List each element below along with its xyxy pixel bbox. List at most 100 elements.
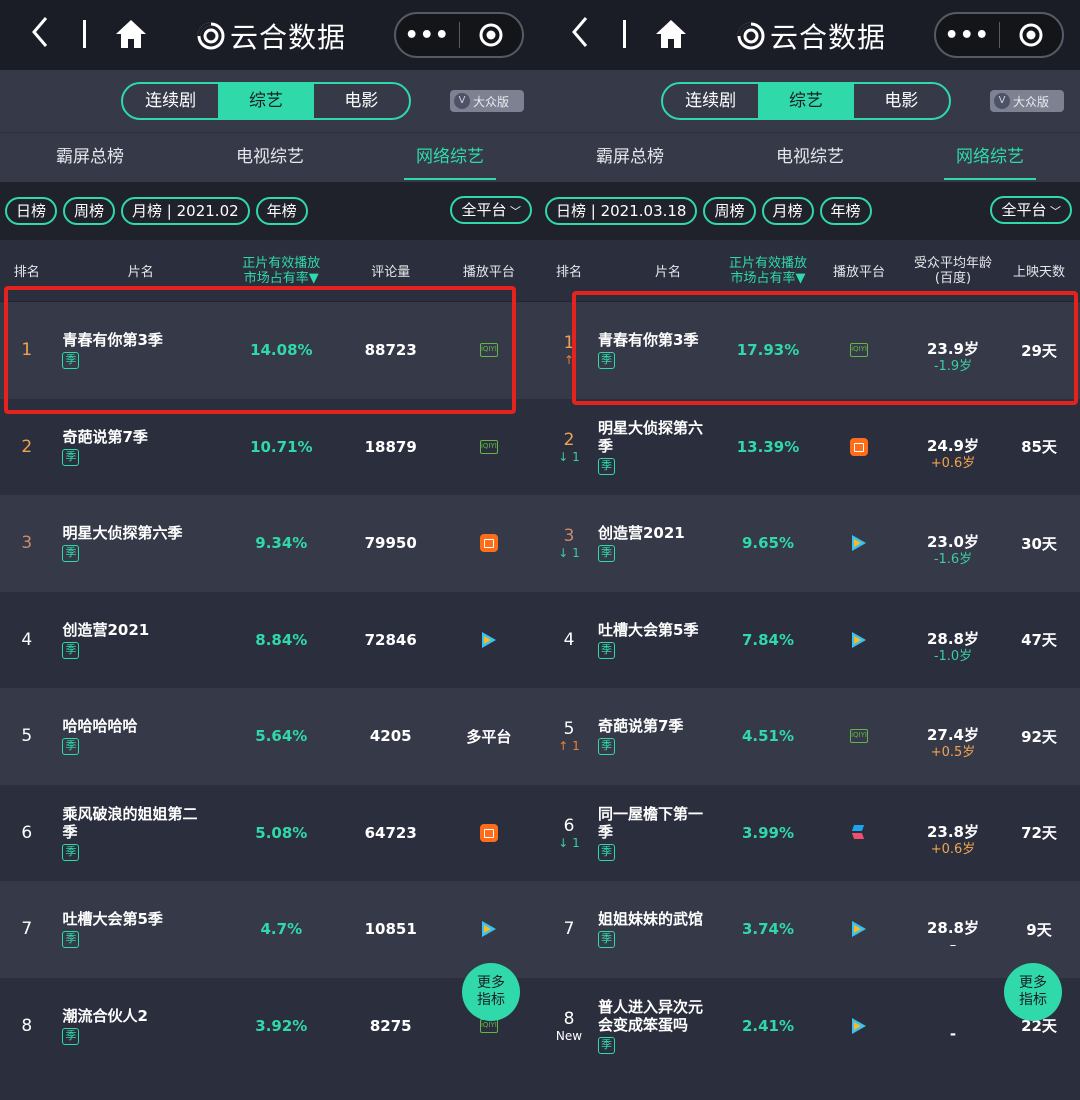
- close-program-icon[interactable]: [460, 22, 523, 48]
- back-icon[interactable]: [568, 14, 594, 54]
- edition-badge[interactable]: V 大众版: [990, 90, 1064, 112]
- table-row[interactable]: 2 ↓ 1 明星大侦探第六季季 13.39% 24.9岁 +0.6岁 85天: [540, 398, 1080, 495]
- rank-number: 2: [563, 429, 575, 450]
- category-tab-0[interactable]: 霸屏总榜: [0, 133, 180, 182]
- platform-text: 多平台: [466, 727, 512, 746]
- period-filter-1[interactable]: 周榜: [63, 197, 116, 225]
- audience-age: 24.9岁 +0.6岁: [908, 437, 998, 473]
- header-share-sort[interactable]: 正片有效播放 市场占有率▼: [726, 256, 810, 286]
- period-filter-2[interactable]: 月榜 | 2021.02: [121, 197, 250, 225]
- season-tag: 季: [62, 352, 80, 370]
- title-cell[interactable]: 奇葩说第7季季: [53, 428, 219, 466]
- type-tab-2[interactable]: 电影: [314, 84, 409, 118]
- title-cell[interactable]: 明星大侦探第六季季: [598, 419, 726, 475]
- table-row[interactable]: 3 ↓ 1 创造营2021 季 9.65% 23.0岁 -1.6岁 30天: [540, 495, 1080, 592]
- tag-wrap: 季: [598, 639, 726, 659]
- title-cell[interactable]: 同一屋檐下第一季季: [598, 805, 726, 861]
- type-tab-1[interactable]: 综艺: [758, 84, 854, 118]
- more-metrics-button[interactable]: 更多指标: [1004, 963, 1062, 1021]
- season-tag: 季: [598, 1036, 615, 1054]
- header-platform: 播放平台: [462, 265, 515, 280]
- rank-cell: 4: [540, 630, 598, 650]
- table-row[interactable]: 8 New 普人进入异次元 会变成笨蛋吗季 2.41% -22天: [540, 977, 1080, 1074]
- table-row[interactable]: 3 明星大侦探第六季季 9.34% 79950: [0, 495, 540, 592]
- title-cell[interactable]: 潮流合伙人2 季: [53, 1007, 219, 1045]
- comment-count: 18879: [364, 437, 417, 456]
- release-days: 30天: [1021, 534, 1057, 553]
- table-row[interactable]: 4 吐槽大会第5季季 7.84% 28.8岁 -1.0岁 47天: [540, 591, 1080, 688]
- table-row[interactable]: 7 姐姐妹妹的武馆季 3.74% 28.8岁 – 9天: [540, 881, 1080, 978]
- type-tab-0[interactable]: 连续剧: [663, 84, 758, 118]
- category-tab-0[interactable]: 霸屏总榜: [540, 133, 720, 182]
- category-tab-2[interactable]: 网络综艺: [900, 133, 1080, 182]
- rank-cell: 5 ↑ 1: [540, 719, 598, 753]
- table-row[interactable]: 7 吐槽大会第5季季 4.7% 10851: [0, 881, 540, 978]
- show-title: 乘风破浪的姐姐第二: [62, 804, 198, 823]
- market-share: 9.65%: [741, 534, 795, 553]
- rank-change: ↑ 1: [558, 739, 580, 754]
- platform-cell: iQIYI: [810, 729, 908, 744]
- title-cell[interactable]: 吐槽大会第5季季: [53, 910, 219, 949]
- table-row[interactable]: 6 ↓ 1 同一屋檐下第一季季 3.99% 23.8岁 +0.6岁 72天: [540, 784, 1080, 881]
- title-cell[interactable]: 乘风破浪的姐姐第二季季: [53, 805, 219, 861]
- close-program-icon[interactable]: [1000, 22, 1063, 48]
- type-tab-0[interactable]: 连续剧: [123, 84, 218, 118]
- table-row[interactable]: 6 乘风破浪的姐姐第二季季 5.08% 64723: [0, 784, 540, 881]
- table-row[interactable]: 1 青春有你第3季季 14.08% 88723 iQIYI: [0, 302, 540, 399]
- title-cell[interactable]: 哈哈哈哈哈季: [53, 717, 219, 756]
- header-share-sort[interactable]: 正片有效播放 市场占有率▼: [219, 256, 343, 286]
- title-cell[interactable]: 普人进入异次元 会变成笨蛋吗季: [598, 998, 726, 1054]
- rank-number: 7: [21, 919, 33, 940]
- period-filter-2[interactable]: 月榜: [761, 197, 814, 225]
- more-menu-icon[interactable]: •••: [396, 23, 459, 48]
- tag-wrap: 季: [62, 349, 219, 370]
- table-row[interactable]: 5 ↑ 1 奇葩说第7季季 4.51% iQIYI 27.4岁 +0.5岁 92天: [540, 688, 1080, 785]
- age-value: 27.4岁: [926, 726, 979, 745]
- type-tab-2[interactable]: 电影: [854, 84, 949, 118]
- period-filter-3[interactable]: 年榜: [255, 197, 308, 225]
- title-cell[interactable]: 明星大侦探第六季季: [53, 524, 219, 563]
- table-row[interactable]: 5 哈哈哈哈哈季 5.64% 4205 多平台: [0, 688, 540, 785]
- more-metrics-button[interactable]: 更多指标: [462, 963, 520, 1021]
- edition-label: 大众版: [1013, 94, 1050, 109]
- period-filter-3[interactable]: 年榜: [819, 197, 872, 225]
- platform-filter[interactable]: 全平台 ﹀: [450, 196, 532, 224]
- edition-badge[interactable]: V 大众版: [450, 90, 524, 112]
- table-row[interactable]: 8 潮流合伙人2 季 3.92% 8275 iQIYI: [0, 977, 540, 1074]
- type-tab-1[interactable]: 综艺: [218, 84, 314, 118]
- platform-filter[interactable]: 全平台 ﹀: [990, 196, 1072, 224]
- table-row[interactable]: 1 ↑ 青春有你第3季季 17.93% iQIYI 23.9岁 -1.9岁 29天: [540, 302, 1080, 399]
- title-cell[interactable]: 吐槽大会第5季季: [598, 621, 726, 659]
- nav-divider: [83, 20, 86, 48]
- period-filter-1[interactable]: 周榜: [703, 197, 756, 225]
- home-icon[interactable]: [654, 18, 688, 50]
- market-share: 3.99%: [741, 823, 795, 842]
- title-cell[interactable]: 青春有你第3季季: [53, 331, 219, 370]
- table-row[interactable]: 4 创造营2021 季 8.84% 72846: [0, 591, 540, 688]
- more-metrics-label: 更多指标: [1019, 975, 1047, 1008]
- period-filter-0[interactable]: 日榜: [5, 197, 58, 225]
- show-title: 潮流合伙人2: [62, 1006, 148, 1025]
- more-menu-icon[interactable]: •••: [936, 23, 999, 48]
- title-cell[interactable]: 奇葩说第7季季: [598, 717, 726, 756]
- category-tab-1[interactable]: 电视综艺: [720, 133, 900, 182]
- season-tag: 季: [598, 738, 615, 756]
- rank-number: 5: [21, 726, 33, 747]
- age-value: 23.8岁: [926, 822, 979, 841]
- back-icon[interactable]: [28, 14, 54, 54]
- iqiyi-icon: iQIYI: [850, 729, 868, 744]
- period-filter-0[interactable]: 日榜 | 2021.03.18: [545, 197, 698, 225]
- header-title: 片名: [654, 265, 681, 280]
- category-tab-1[interactable]: 电视综艺: [180, 133, 360, 182]
- title-cell[interactable]: 青春有你第3季季: [598, 331, 726, 370]
- title-cell[interactable]: 姐姐妹妹的武馆季: [598, 910, 726, 949]
- title-cell[interactable]: 创造营2021 季: [53, 621, 219, 659]
- tag-wrap: 季: [598, 735, 726, 756]
- market-share: 14.08%: [250, 341, 313, 360]
- title-cell[interactable]: 创造营2021 季: [598, 524, 726, 563]
- rank-cell: 7: [540, 919, 598, 939]
- show-title: 青春有你第3季: [62, 331, 163, 350]
- table-row[interactable]: 2 奇葩说第7季季 10.71% 18879 iQIYI: [0, 398, 540, 495]
- category-tab-2[interactable]: 网络综艺: [360, 133, 540, 182]
- home-icon[interactable]: [114, 18, 148, 50]
